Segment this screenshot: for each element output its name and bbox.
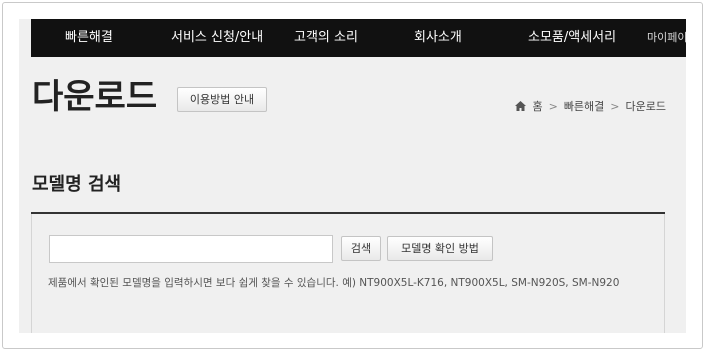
nav-item-supplies[interactable]: 소모품/액세서리 [528, 19, 616, 57]
model-search-input[interactable] [49, 235, 333, 263]
breadcrumb-quick-solution[interactable]: 빠른해결 [564, 98, 604, 114]
page: 빠른해결 서비스 신청/안내 고객의 소리 회사소개 소모품/액세서리 마이페이… [19, 19, 686, 333]
breadcrumb-separator: > [548, 99, 558, 113]
breadcrumb-home[interactable]: 홈 [532, 98, 542, 114]
breadcrumb-separator: > [610, 99, 620, 113]
breadcrumb-download: 다운로드 [625, 100, 666, 113]
top-navigation: 빠른해결 서비스 신청/안내 고객의 소리 회사소개 소모품/액세서리 마이페이… [31, 19, 686, 57]
model-check-guide-button[interactable]: 모델명 확인 방법 [387, 236, 493, 261]
breadcrumb: 홈 > 빠른해결 > 다운로드 [515, 98, 666, 114]
nav-item-quick-solution[interactable]: 빠른해결 [65, 19, 113, 57]
page-title: 다운로드 [32, 77, 158, 117]
home-icon[interactable] [515, 101, 527, 111]
search-panel [31, 214, 665, 333]
usage-guide-button[interactable]: 이용방법 안내 [177, 87, 267, 112]
nav-item-service-request[interactable]: 서비스 신청/안내 [171, 19, 263, 57]
model-search-title: 모델명 검색 [32, 174, 122, 195]
nav-item-customer-voice[interactable]: 고객의 소리 [294, 19, 358, 57]
nav-item-company[interactable]: 회사소개 [414, 19, 462, 57]
search-button[interactable]: 검색 [341, 236, 381, 261]
nav-item-mypage[interactable]: 마이페이지 [647, 19, 686, 57]
search-hint-text: 제품에서 확인된 모델명을 입력하시면 보다 쉽게 찾을 수 있습니다. 예) … [48, 277, 620, 289]
